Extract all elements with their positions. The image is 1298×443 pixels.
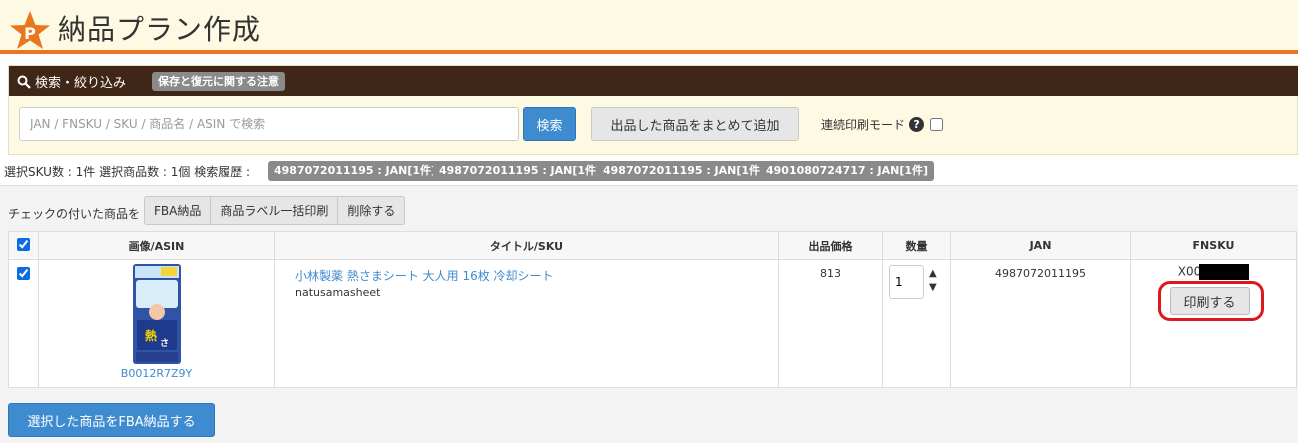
continuous-print-checkbox[interactable] [930, 118, 944, 131]
fnsku-prefix: X00 [1177, 264, 1202, 279]
column-header: 画像/ASIN [38, 231, 275, 260]
table-row: 熱 さ B0012R7Z9Y 小林製薬 熱さまシート 大人用 16枚 冷却シート… [8, 259, 1297, 388]
search-button[interactable]: 検索 [523, 107, 576, 141]
bulk-label-print-button[interactable]: 商品ラベル一括印刷 [210, 196, 339, 225]
jan-cell: 4987072011195 [950, 259, 1131, 388]
price-value: 813 [820, 267, 841, 280]
svg-text:さ: さ [160, 338, 169, 349]
delete-button[interactable]: 削除する [337, 196, 406, 225]
image-asin-cell: 熱 さ B0012R7Z9Y [38, 259, 275, 388]
quantity-stepper: ▲ ▼ [883, 265, 950, 301]
arrow-down-icon[interactable]: ▼ [929, 281, 937, 295]
column-header: 出品価格 [778, 231, 883, 260]
fnsku-cell: X00 印刷する [1130, 259, 1297, 388]
history-badge[interactable]: 4987072011195 : JAN[1件] [268, 161, 443, 181]
column-header: タイトル/SKU [274, 231, 779, 260]
save-restore-notice-badge[interactable]: 保存と復元に関する注意 [152, 72, 285, 91]
svg-text:P: P [24, 24, 36, 43]
svg-text:熱: 熱 [145, 328, 157, 343]
arrow-up-icon[interactable]: ▲ [929, 267, 937, 281]
continuous-print-label: 連続印刷モード [821, 118, 906, 132]
search-panel-bar: 検索・絞り込み 保存と復元に関する注意 [9, 66, 1298, 96]
select-all-cell [8, 231, 39, 260]
search-panel-title: 検索・絞り込み [35, 76, 127, 91]
product-image[interactable]: 熱 さ [132, 264, 181, 364]
help-question-icon[interactable]: ? [909, 117, 925, 132]
quantity-cell: ▲ ▼ [882, 259, 951, 388]
bulk-action-buttons: FBA納品 商品ラベル一括印刷 削除する [144, 196, 406, 225]
select-all-checkbox[interactable] [17, 237, 30, 251]
history-badge[interactable]: 4987072011195 : JAN[1件] [433, 161, 608, 181]
fba-shipment-button[interactable]: FBA納品 [144, 196, 212, 225]
column-header: 数量 [882, 231, 951, 260]
header-divider [0, 50, 1298, 54]
jan-value: 4987072011195 [995, 267, 1086, 280]
selection-summary: 選択SKU数 : 1件 選択商品数 : 1個 検索履歴 : [4, 165, 251, 179]
fnsku-value: X00 [1131, 264, 1296, 280]
product-table: 画像/ASIN タイトル/SKU 出品価格 数量 JAN FNSKU 熱 さ B… [8, 231, 1297, 388]
page-title: 納品プラン作成 [58, 13, 262, 46]
asin-link[interactable]: B0012R7Z9Y [39, 367, 274, 380]
page-header: P 納品プラン作成 [0, 0, 1298, 54]
history-badge[interactable]: 4901080724717 : JAN[1件] [760, 161, 935, 181]
history-badge[interactable]: 4987072011195 : JAN[1件] [597, 161, 772, 181]
continuous-print-mode: 連続印刷モード ? [821, 116, 944, 133]
print-button-wrap: 印刷する [1157, 281, 1266, 324]
product-title-link[interactable]: 小林製薬 熱さまシート 大人用 16枚 冷却シート [295, 267, 778, 284]
table-header-row: 画像/ASIN タイトル/SKU 出品価格 数量 JAN FNSKU [8, 231, 1297, 260]
fnsku-redaction [1199, 264, 1250, 280]
column-header: FNSKU [1130, 231, 1297, 260]
logo-star-icon: P [10, 11, 50, 49]
row-checkbox[interactable] [17, 267, 30, 280]
search-icon [17, 75, 31, 89]
checked-items-label: チェックの付いた商品を [8, 207, 141, 221]
print-label-button[interactable]: 印刷する [1169, 287, 1250, 315]
search-input[interactable] [19, 107, 519, 141]
search-panel-heading[interactable]: 検索・絞り込み [17, 72, 126, 91]
quantity-arrows: ▲ ▼ [929, 267, 937, 295]
column-header: JAN [950, 231, 1131, 260]
sku-text: natusamasheet [295, 286, 381, 299]
price-cell: 813 [778, 259, 883, 388]
search-panel: 検索・絞り込み 保存と復元に関する注意 検索 出品した商品をまとめて追加 連続印… [8, 65, 1298, 155]
row-select-cell [8, 259, 39, 388]
submit-fba-shipment-button[interactable]: 選択した商品をFBA納品する [8, 403, 215, 437]
quantity-input[interactable] [889, 265, 924, 299]
bulk-add-listed-button[interactable]: 出品した商品をまとめて追加 [591, 107, 799, 141]
title-sku-cell: 小林製薬 熱さまシート 大人用 16枚 冷却シート natusamasheet [274, 259, 779, 388]
